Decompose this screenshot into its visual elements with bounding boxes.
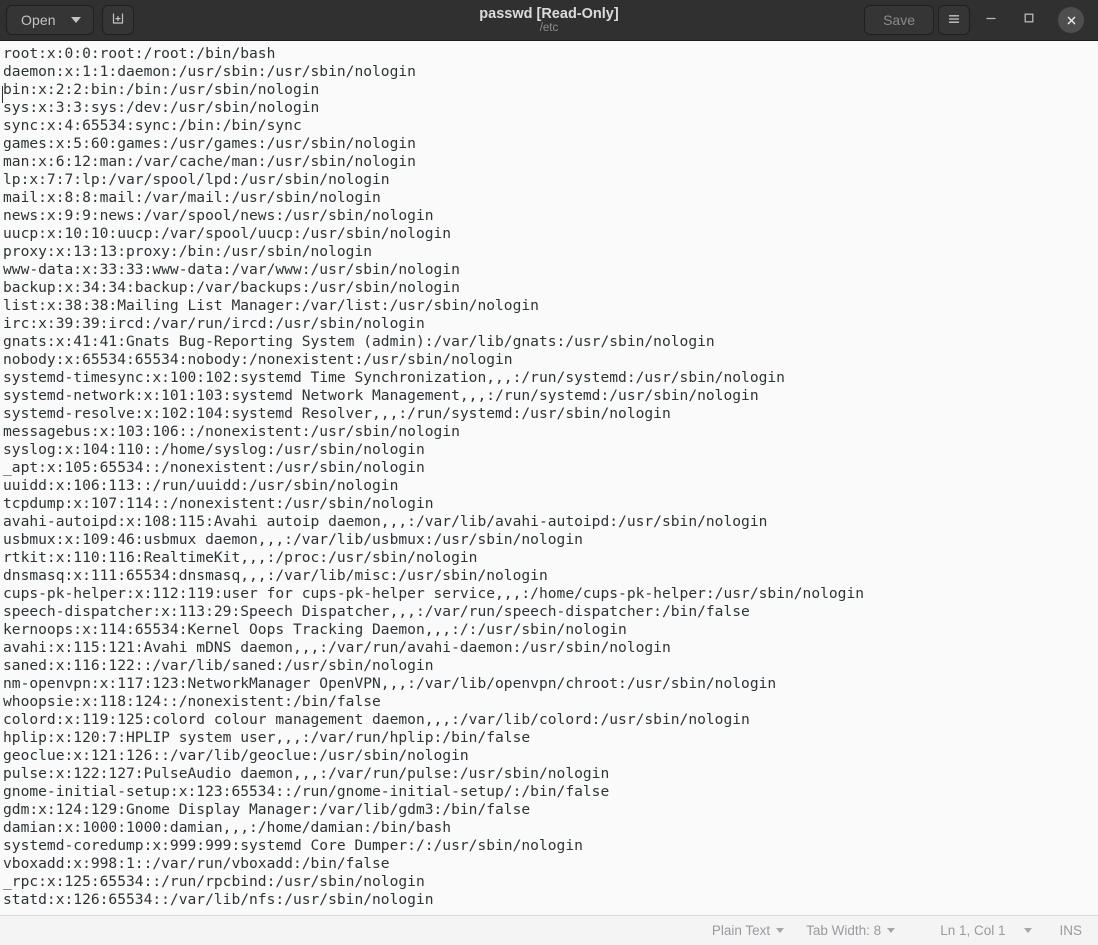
language-label: Plain Text bbox=[711, 923, 771, 938]
text-line: statd:x:126:65534::/var/lib/nfs:/usr/sbi… bbox=[3, 891, 434, 908]
text-line: kernoops:x:114:65534:Kernel Oops Trackin… bbox=[3, 621, 627, 638]
page-title: passwd [Read-Only] bbox=[479, 5, 619, 22]
text-line: root:x:0:0:root:/root:/bin/bash bbox=[3, 45, 276, 62]
text-line: uuidd:x:106:113::/run/uuidd:/usr/sbin/no… bbox=[3, 477, 399, 494]
go-to-line-button[interactable] bbox=[1013, 928, 1043, 933]
insert-mode-label: INS bbox=[1059, 923, 1082, 938]
minimize-button[interactable] bbox=[974, 5, 1008, 35]
page-subtitle: /etc bbox=[539, 21, 559, 34]
text-line: daemon:x:1:1:daemon:/usr/sbin:/usr/sbin/… bbox=[3, 63, 416, 80]
open-button-label: Open bbox=[21, 12, 56, 28]
tab-width-label: Tab Width: 8 bbox=[806, 923, 882, 938]
minimize-icon bbox=[984, 11, 998, 30]
text-line: sync:x:4:65534:sync:/bin:/bin/sync bbox=[3, 117, 302, 134]
text-line: colord:x:119:125:colord colour managemen… bbox=[3, 711, 750, 728]
text-line: avahi-autoipd:x:108:115:Avahi autoip dae… bbox=[3, 513, 768, 530]
text-content[interactable]: root:x:0:0:root:/root:/bin/bash daemon:x:… bbox=[0, 41, 1098, 909]
text-line: irc:x:39:39:ircd:/var/run/ircd:/usr/sbin… bbox=[3, 315, 425, 332]
language-selector[interactable]: Plain Text bbox=[701, 923, 795, 938]
text-line: usbmux:x:109:46:usbmux daemon,,,:/var/li… bbox=[3, 531, 583, 548]
new-document-icon bbox=[110, 11, 126, 30]
text-line: dnsmasq:x:111:65534:dnsmasq,,,:/var/lib/… bbox=[3, 567, 548, 584]
text-line: tcpdump:x:107:114::/nonexistent:/usr/sbi… bbox=[3, 495, 434, 512]
text-line: vboxadd:x:998:1::/var/run/vboxadd:/bin/f… bbox=[3, 855, 390, 872]
chevron-down-icon bbox=[887, 928, 896, 933]
text-line: pulse:x:122:127:PulseAudio daemon,,,:/va… bbox=[3, 765, 610, 782]
text-line: proxy:x:13:13:proxy:/bin:/usr/sbin/nolog… bbox=[3, 243, 373, 260]
main-menu-button[interactable] bbox=[938, 5, 970, 35]
text-line: _rpc:x:125:65534::/run/rpcbind:/usr/sbin… bbox=[3, 873, 425, 890]
editor-area[interactable]: root:x:0:0:root:/root:/bin/bash daemon:x:… bbox=[0, 41, 1098, 915]
header-right-controls: Save bbox=[864, 1, 1092, 39]
text-line: backup:x:34:34:backup:/var/backups:/usr/… bbox=[3, 279, 460, 296]
cursor-position-label: Ln 1, Col 1 bbox=[940, 923, 1006, 938]
maximize-icon bbox=[1022, 11, 1036, 30]
text-line: bin:x:2:2:bin:/bin:/usr/sbin/nologin bbox=[3, 81, 320, 98]
text-line: news:x:9:9:news:/var/spool/news:/usr/sbi… bbox=[3, 207, 434, 224]
status-bar: Plain Text Tab Width: 8 Ln 1, Col 1 INS bbox=[0, 915, 1098, 945]
text-line: systemd-network:x:101:103:systemd Networ… bbox=[3, 387, 759, 404]
hamburger-menu-icon bbox=[946, 11, 962, 30]
header-bar: Open passwd [Read-Only] /etc Save bbox=[0, 0, 1098, 41]
tab-width-selector[interactable]: Tab Width: 8 bbox=[795, 923, 906, 938]
text-line: uucp:x:10:10:uucp:/var/spool/uucp:/usr/s… bbox=[3, 225, 452, 242]
text-line: hplip:x:120:7:HPLIP system user,,,:/var/… bbox=[3, 729, 531, 746]
text-line: avahi:x:115:121:Avahi mDNS daemon,,,:/va… bbox=[3, 639, 671, 656]
open-button[interactable]: Open bbox=[6, 5, 94, 35]
text-line: speech-dispatcher:x:113:29:Speech Dispat… bbox=[3, 603, 750, 620]
close-button[interactable] bbox=[1050, 1, 1092, 39]
text-line: syslog:x:104:110::/home/syslog:/usr/sbin… bbox=[3, 441, 425, 458]
new-document-button[interactable] bbox=[102, 5, 134, 35]
text-line: cups-pk-helper:x:112:119:user for cups-p… bbox=[3, 585, 865, 602]
text-line: nm-openvpn:x:117:123:NetworkManager Open… bbox=[3, 675, 777, 692]
text-line: gnats:x:41:41:Gnats Bug-Reporting System… bbox=[3, 333, 715, 350]
text-line: whoopsie:x:118:124::/nonexistent:/bin/fa… bbox=[3, 693, 381, 710]
close-icon bbox=[1058, 7, 1084, 33]
header-left-controls: Open bbox=[6, 5, 134, 35]
text-line: man:x:6:12:man:/var/cache/man:/usr/sbin/… bbox=[3, 153, 416, 170]
text-line: geoclue:x:121:126::/var/lib/geoclue:/usr… bbox=[3, 747, 469, 764]
chevron-down-icon bbox=[776, 928, 785, 933]
insert-mode-indicator: INS bbox=[1043, 923, 1084, 938]
text-line: lp:x:7:7:lp:/var/spool/lpd:/usr/sbin/nol… bbox=[3, 171, 390, 188]
text-line: messagebus:x:103:106::/nonexistent:/usr/… bbox=[3, 423, 460, 440]
text-line: rtkit:x:110:116:RealtimeKit,,,:/proc:/us… bbox=[3, 549, 478, 566]
text-editor-window: Open passwd [Read-Only] /etc Save root:x… bbox=[0, 0, 1098, 945]
text-line: games:x:5:60:games:/usr/games:/usr/sbin/… bbox=[3, 135, 416, 152]
text-line: damian:x:1000:1000:damian,,,:/home/damia… bbox=[3, 819, 452, 836]
text-line: gnome-initial-setup:x:123:65534::/run/gn… bbox=[3, 783, 610, 800]
chevron-down-icon bbox=[1024, 928, 1033, 933]
text-line: saned:x:116:122::/var/lib/saned:/usr/sbi… bbox=[3, 657, 434, 674]
text-line: list:x:38:38:Mailing List Manager:/var/l… bbox=[3, 297, 539, 314]
text-line: systemd-coredump:x:999:999:systemd Core … bbox=[3, 837, 583, 854]
text-line: systemd-resolve:x:102:104:systemd Resolv… bbox=[3, 405, 671, 422]
save-button-label: Save bbox=[883, 12, 915, 28]
save-button[interactable]: Save bbox=[864, 5, 934, 35]
text-line: _apt:x:105:65534::/nonexistent:/usr/sbin… bbox=[3, 459, 425, 476]
chevron-down-icon bbox=[71, 17, 81, 23]
text-line: sys:x:3:3:sys:/dev:/usr/sbin/nologin bbox=[3, 99, 320, 116]
cursor-position: Ln 1, Col 1 bbox=[932, 923, 1013, 938]
text-line: gdm:x:124:129:Gnome Display Manager:/var… bbox=[3, 801, 531, 818]
text-line: mail:x:8:8:mail:/var/mail:/usr/sbin/nolo… bbox=[3, 189, 381, 206]
maximize-button[interactable] bbox=[1012, 5, 1046, 35]
text-line: www-data:x:33:33:www-data:/var/www:/usr/… bbox=[3, 261, 460, 278]
text-line: nobody:x:65534:65534:nobody:/nonexistent… bbox=[3, 351, 513, 368]
text-line: systemd-timesync:x:100:102:systemd Time … bbox=[3, 369, 785, 386]
